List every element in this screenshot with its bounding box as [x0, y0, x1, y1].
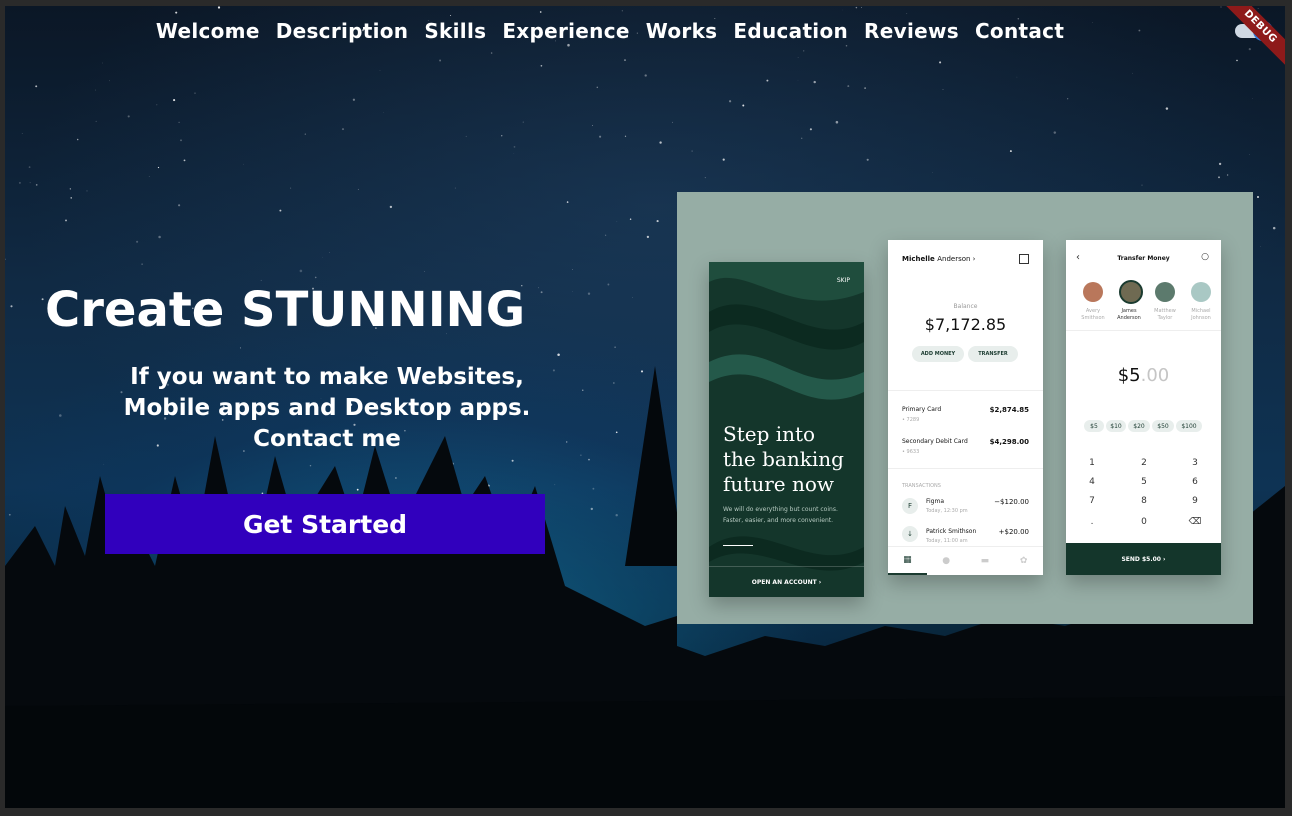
add-money-button[interactable]: ADD MONEY — [912, 346, 964, 362]
keypad-key[interactable]: 9 — [1180, 496, 1210, 506]
nav-item-description[interactable]: Description — [276, 19, 409, 43]
open-account-button[interactable]: OPEN AN ACCOUNT › — [709, 566, 864, 597]
search-icon[interactable]: ○ — [1201, 252, 1209, 262]
transaction-time: Today, 12:30 pm — [926, 508, 968, 514]
transaction-value: −$120.00 — [994, 498, 1029, 506]
phone-transfer-screen: ‹ Transfer Money ○ Avery Smithson James … — [1066, 240, 1221, 575]
contact-name: James Anderson — [1117, 308, 1141, 321]
contact-name: Michael Johnson — [1191, 308, 1211, 321]
keypad-key[interactable]: 1 — [1077, 458, 1107, 468]
divider — [888, 468, 1043, 469]
transaction-name: Figma — [926, 498, 945, 505]
keypad-key[interactable]: . — [1077, 517, 1107, 527]
divider — [888, 390, 1043, 391]
transactions-label: TRANSACTIONS — [902, 483, 941, 489]
user-name: Michelle Anderson › — [902, 255, 975, 263]
keypad-key[interactable]: 5 — [1129, 477, 1159, 487]
hero-subtitle: If you want to make Websites, Mobile app… — [97, 362, 557, 455]
card-value: $2,874.85 — [989, 406, 1029, 414]
divider — [1066, 330, 1221, 331]
amount-cents: .00 — [1140, 365, 1170, 386]
bottom-tab-bar: ▦ ● ▬ ✿ — [888, 546, 1043, 575]
amount-chip[interactable]: $10 — [1106, 420, 1126, 432]
screen-title: Transfer Money — [1117, 255, 1170, 262]
balance-amount: $7,172.85 — [924, 315, 1007, 334]
avatar[interactable] — [1119, 280, 1143, 304]
keypad-key[interactable]: 0 — [1129, 517, 1159, 527]
hero-subtitle-line: Contact me — [253, 426, 401, 452]
transfer-button[interactable]: TRANSFER — [968, 346, 1018, 362]
grid-icon[interactable]: ▦ — [888, 547, 927, 575]
card-name: Primary Card — [902, 406, 942, 413]
keypad-key[interactable]: 7 — [1077, 496, 1107, 506]
skip-link[interactable]: SKIP — [837, 277, 850, 284]
nav-item-education[interactable]: Education — [733, 19, 848, 43]
phone-dashboard-screen: Michelle Anderson › Balance $7,172.85 AD… — [888, 240, 1043, 575]
gear-icon[interactable]: ✿ — [1004, 547, 1043, 575]
amount-whole: $5 — [1117, 365, 1141, 386]
onboarding-headline: Step into the banking future now — [723, 422, 844, 496]
chat-icon[interactable]: ▬ — [966, 547, 1005, 575]
figma-icon: F — [902, 498, 918, 514]
onboarding-description: We will do everything but count coins. F… — [723, 506, 838, 524]
avatar[interactable] — [1191, 282, 1211, 302]
card-value: $4,298.00 — [989, 438, 1029, 446]
app-window: Welcome Description Skills Experience Wo… — [5, 6, 1285, 808]
qr-code-icon[interactable] — [1019, 254, 1029, 264]
card-number: • 7289 — [902, 417, 920, 423]
main-nav: Welcome Description Skills Experience Wo… — [5, 19, 1285, 43]
user-first-name: Michelle — [902, 255, 935, 263]
avatar[interactable] — [1155, 282, 1175, 302]
keypad-key[interactable]: 2 — [1129, 458, 1159, 468]
balance-label: Balance — [953, 303, 978, 310]
nav-item-works[interactable]: Works — [646, 19, 718, 43]
transfer-amount[interactable]: $5.00 — [1066, 365, 1221, 386]
nav-item-experience[interactable]: Experience — [502, 19, 629, 43]
amount-chip[interactable]: $100 — [1176, 420, 1202, 432]
nav-item-skills[interactable]: Skills — [424, 19, 486, 43]
transaction-name: Patrick Smithson — [926, 528, 977, 535]
keypad-key[interactable]: 4 — [1077, 477, 1107, 487]
send-button[interactable]: SEND $5.00 › — [1066, 543, 1221, 575]
divider — [723, 545, 753, 546]
hero-subtitle-line: Mobile apps and Desktop apps. — [123, 395, 531, 421]
avatar[interactable] — [1083, 282, 1103, 302]
keypad-key[interactable]: 8 — [1129, 496, 1159, 506]
nav-item-reviews[interactable]: Reviews — [864, 19, 959, 43]
amount-chip[interactable]: $5 — [1084, 420, 1104, 432]
user-last-name: Anderson › — [937, 255, 976, 263]
contact-name: Avery Smithson — [1081, 308, 1105, 321]
app-showcase-image: SKIP Step into the banking future now We… — [677, 192, 1253, 624]
hero-title: Create STUNNING — [45, 282, 526, 338]
keypad-key[interactable]: 6 — [1180, 477, 1210, 487]
arrow-down-icon: ↓ — [902, 526, 918, 542]
nav-item-contact[interactable]: Contact — [975, 19, 1064, 43]
transaction-value: +$20.00 — [998, 528, 1029, 536]
transaction-time: Today, 11:00 am — [926, 538, 968, 544]
nav-item-welcome[interactable]: Welcome — [156, 19, 260, 43]
get-started-button[interactable]: Get Started — [105, 494, 545, 554]
card-number: • 9633 — [902, 449, 920, 455]
hero-subtitle-line: If you want to make Websites, — [130, 364, 524, 390]
amount-chip[interactable]: $50 — [1152, 420, 1174, 432]
card-name: Secondary Debit Card — [902, 438, 968, 445]
circle-icon[interactable]: ● — [927, 547, 966, 575]
contact-name: Matthew Taylor — [1154, 308, 1176, 321]
phone-onboarding-screen: SKIP Step into the banking future now We… — [709, 262, 864, 597]
backspace-icon[interactable]: ⌫ — [1180, 517, 1210, 527]
keypad-key[interactable]: 3 — [1180, 458, 1210, 468]
amount-chip[interactable]: $20 — [1128, 420, 1150, 432]
